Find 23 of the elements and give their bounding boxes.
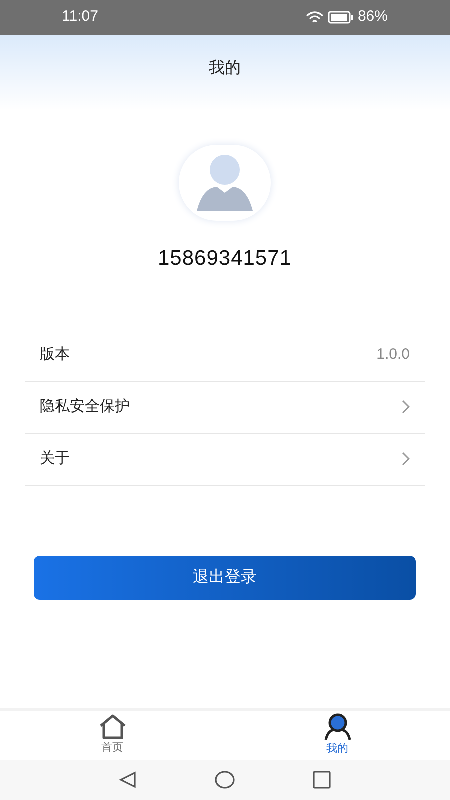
tab[interactable]: 首页 [0, 711, 225, 760]
tab[interactable]: 我的 [225, 711, 450, 760]
battery-percent: 86% [358, 7, 388, 28]
phone-number: 15869341571 [158, 246, 292, 272]
home-circle-icon[interactable] [215, 771, 235, 789]
menu-row[interactable]: 版本 1.0.0 [25, 330, 425, 382]
menu-label: 版本 [40, 344, 70, 365]
back-icon[interactable] [119, 771, 137, 789]
person-icon [322, 713, 352, 742]
chevron-right-icon [402, 400, 410, 414]
menu-value: 1.0.0 [376, 344, 410, 365]
home-icon [98, 714, 128, 740]
logout-button[interactable]: 退出登录 [34, 556, 416, 600]
recents-icon[interactable] [313, 771, 331, 789]
menu-row[interactable]: 隐私安全保护 [25, 382, 425, 434]
menu-label: 隐私安全保护 [40, 396, 130, 417]
battery-icon [328, 11, 354, 24]
wifi-icon [306, 10, 324, 24]
menu-row[interactable]: 关于 [25, 434, 425, 486]
page-title: 我的 [209, 58, 241, 79]
menu-label: 关于 [40, 448, 70, 469]
chevron-right-icon [402, 452, 410, 466]
status-time: 11:07 [62, 7, 98, 28]
